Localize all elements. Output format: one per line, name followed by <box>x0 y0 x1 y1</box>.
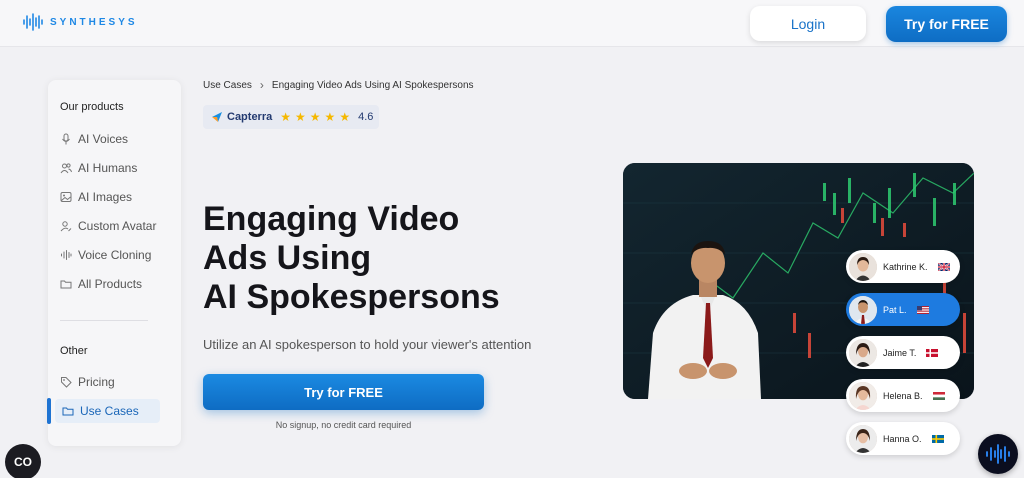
cookie-settings-button[interactable]: CO <box>5 444 41 478</box>
avatar-option-hanna[interactable]: Hanna O. <box>846 422 960 455</box>
sidebar-item-label: All Products <box>78 277 143 291</box>
sidebar-item-voice-cloning[interactable]: Voice Cloning <box>60 243 172 267</box>
our-products-heading: Our products <box>60 101 124 113</box>
star-icon: ★ <box>280 110 292 124</box>
users-icon <box>60 163 72 174</box>
user-edit-icon <box>60 221 72 232</box>
avatar <box>849 424 877 453</box>
avatar <box>849 252 877 281</box>
sidebar-item-label: AI Voices <box>78 132 129 146</box>
waveform-logo-icon <box>23 13 43 31</box>
us-flag-icon <box>916 305 929 314</box>
avatar-option-pat[interactable]: Pat L. <box>846 293 960 326</box>
logo-wordmark: SYNTHESYS <box>50 16 138 28</box>
sweden-flag-icon <box>931 434 944 443</box>
avatar-name: Hanna O. <box>883 433 922 444</box>
microphone-icon <box>62 133 70 145</box>
sidebar-item-pricing[interactable]: Pricing <box>60 370 172 394</box>
try-free-header-button[interactable]: Try for FREE <box>886 6 1007 42</box>
active-indicator <box>47 398 51 424</box>
capterra-logo-icon <box>212 112 222 122</box>
title-line: Engaging Video <box>203 200 460 238</box>
avatar-name: Kathrine K. <box>883 261 928 272</box>
sidebar-item-custom-avatar[interactable]: Custom Avatar <box>60 214 172 238</box>
sidebar-item-label: AI Images <box>78 190 133 204</box>
sidebar-item-label: Custom Avatar <box>78 219 157 233</box>
star-icon: ★ <box>295 110 306 124</box>
sidebar-item-label: AI Humans <box>78 161 138 175</box>
tag-icon <box>61 377 72 388</box>
capterra-rating-value: 4.6 <box>358 111 374 123</box>
page-title: Engaging Video Ads Using AI Spokesperson… <box>203 200 563 317</box>
sidebar-item-ai-humans[interactable]: AI Humans <box>60 156 172 180</box>
products-sidebar: Our products AI Voices AI Humans AI Imag… <box>47 80 181 446</box>
avatar <box>849 381 877 410</box>
no-signup-note: No signup, no credit card required <box>275 420 412 430</box>
sidebar-item-label: Voice Cloning <box>78 248 152 262</box>
sidebar-item-ai-voices[interactable]: AI Voices <box>60 127 172 151</box>
uk-flag-icon <box>937 262 950 271</box>
sidebar-item-label: Pricing <box>78 375 115 389</box>
synthesys-logo[interactable]: SYNTHESYS <box>22 12 138 32</box>
denmark-flag-icon <box>926 348 939 357</box>
hungary-flag-icon <box>932 391 945 400</box>
top-header: SYNTHESYS Login Try for FREE <box>0 0 1024 47</box>
login-button[interactable]: Login <box>750 6 866 41</box>
waveform-icon <box>61 250 72 260</box>
avatar-name: Jaime T. <box>883 347 917 358</box>
breadcrumb-current: Engaging Video Ads Using AI Spokesperson… <box>271 79 474 91</box>
sidebar-divider <box>60 320 148 321</box>
chevron-right-icon: › <box>259 78 264 92</box>
star-icon: ★ <box>324 110 336 124</box>
avatar-option-kathrine[interactable]: Kathrine K. <box>846 250 960 283</box>
avatar-option-jaime[interactable]: Jaime T. <box>846 336 960 369</box>
folder-icon <box>62 407 74 416</box>
capterra-rating-badge[interactable]: Capterra ★ ★ ★ ★ ★ 4.6 <box>203 105 379 129</box>
avatar-option-helena[interactable]: Helena B. <box>846 379 960 412</box>
avatar <box>849 295 877 324</box>
breadcrumb-use-cases-link[interactable]: Use Cases <box>203 80 252 91</box>
sidebar-item-label: Use Cases <box>80 404 139 418</box>
folder-icon <box>60 280 72 289</box>
capterra-brand: Capterra <box>227 111 273 123</box>
try-free-cta-button[interactable]: Try for FREE <box>203 374 484 410</box>
voice-assistant-widget[interactable] <box>978 434 1018 474</box>
star-icon: ★ <box>339 110 351 124</box>
other-heading: Other <box>60 345 88 357</box>
avatar-name: Pat L. <box>883 304 907 315</box>
title-line: AI Spokespersons <box>203 278 500 316</box>
title-line: Ads Using <box>203 239 372 277</box>
page-subtitle: Utilize an AI spokesperson to hold your … <box>203 337 532 352</box>
sidebar-item-all-products[interactable]: All Products <box>60 272 172 296</box>
avatar-name: Helena B. <box>883 390 923 401</box>
star-icon: ★ <box>309 110 321 124</box>
avatar <box>849 338 877 367</box>
image-icon <box>60 192 72 202</box>
sidebar-item-ai-images[interactable]: AI Images <box>60 185 172 209</box>
sidebar-item-use-cases[interactable]: Use Cases <box>55 399 160 423</box>
breadcrumb: Use Cases › Engaging Video Ads Using AI … <box>203 78 474 92</box>
waveform-icon <box>986 444 1010 464</box>
